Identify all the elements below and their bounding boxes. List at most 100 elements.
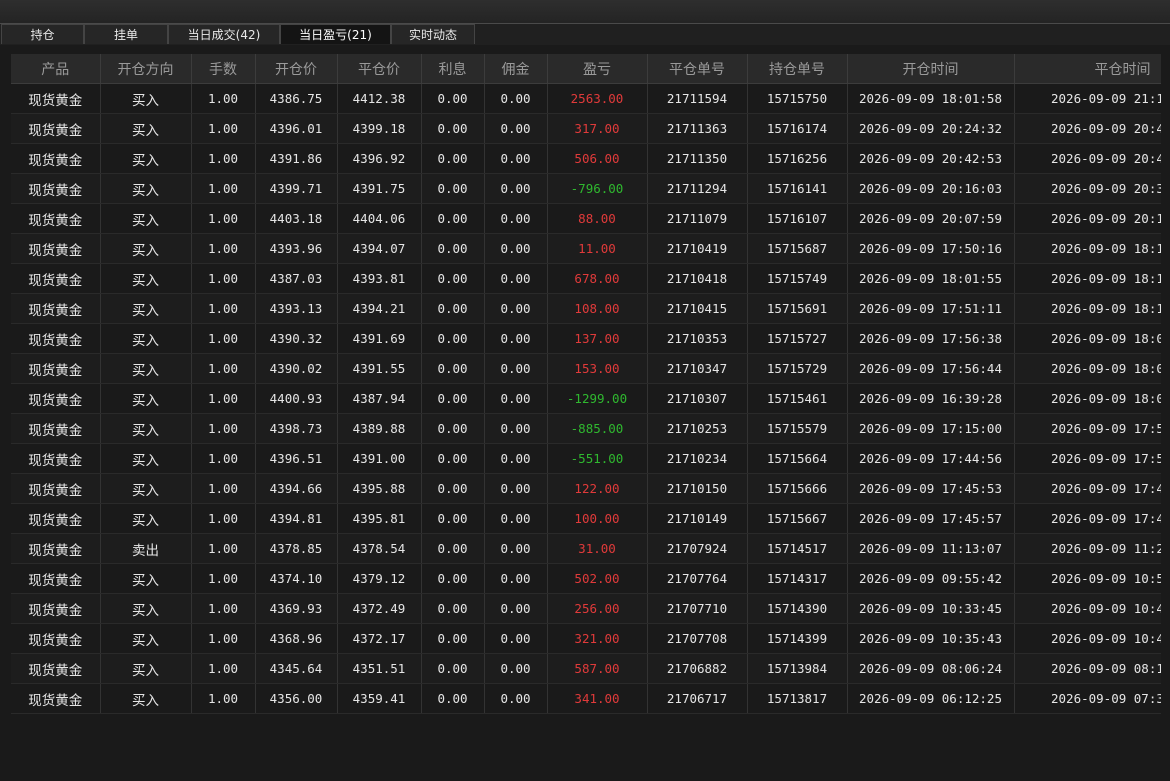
close-order-id-cell: 21711294 bbox=[647, 173, 748, 204]
close-order-id-cell: 21711594 bbox=[647, 83, 748, 114]
interest-cell: 0.00 bbox=[421, 473, 485, 504]
col-header-profit[interactable]: 盈亏 bbox=[547, 54, 648, 84]
vertical-scrollbar[interactable] bbox=[1162, 54, 1170, 781]
table-row[interactable]: 现货黄金 买入 1.00 4368.96 4372.17 0.00 0.00 321.00 21… bbox=[11, 623, 1161, 654]
table-row[interactable]: 现货黄金 买入 1.00 4386.75 4412.38 0.00 0.00 2563.00 2… bbox=[11, 83, 1161, 114]
tab-positions[interactable]: 持仓 bbox=[1, 24, 84, 44]
open-time-cell: 2026-09-09 17:56:44 bbox=[847, 353, 1015, 384]
open-time-cell: 2026-09-09 08:06:24 bbox=[847, 653, 1015, 684]
profit-cell: 506.00 bbox=[547, 143, 648, 174]
lots-cell: 1.00 bbox=[191, 323, 256, 354]
commission-cell: 0.00 bbox=[484, 173, 548, 204]
table-row[interactable]: 现货黄金 买入 1.00 4399.71 4391.75 0.00 0.00 -796.00 2… bbox=[11, 173, 1161, 204]
col-header-commission[interactable]: 佣金 bbox=[484, 54, 548, 84]
position-id-cell: 15715687 bbox=[747, 233, 848, 264]
commission-cell: 0.00 bbox=[484, 683, 548, 714]
table-row[interactable]: 现货黄金 买入 1.00 4396.51 4391.00 0.00 0.00 -551.00 2… bbox=[11, 443, 1161, 474]
product-cell: 现货黄金 bbox=[11, 323, 101, 354]
tab-today-pnl[interactable]: 当日盈亏(21) bbox=[280, 24, 391, 44]
table-row[interactable]: 现货黄金 买入 1.00 4387.03 4393.81 0.00 0.00 678.00 21… bbox=[11, 263, 1161, 294]
product-cell: 现货黄金 bbox=[11, 203, 101, 234]
col-header-open-price[interactable]: 开仓价 bbox=[255, 54, 338, 84]
col-header-direction[interactable]: 开仓方向 bbox=[100, 54, 192, 84]
commission-cell: 0.00 bbox=[484, 83, 548, 114]
profit-cell: 100.00 bbox=[547, 503, 648, 534]
position-id-cell: 15716256 bbox=[747, 143, 848, 174]
col-header-close-order-id[interactable]: 平仓单号 bbox=[647, 54, 748, 84]
interest-cell: 0.00 bbox=[421, 323, 485, 354]
close-order-id-cell: 21710307 bbox=[647, 383, 748, 414]
pnl-table: 产品 开仓方向 手数 开仓价 平仓价 利息 佣金 盈亏 平仓单号 持仓单号 开仓… bbox=[11, 54, 1161, 714]
lots-cell: 1.00 bbox=[191, 653, 256, 684]
direction-cell: 买入 bbox=[100, 383, 192, 414]
tab-today-trades[interactable]: 当日成交(42) bbox=[168, 24, 280, 44]
product-cell: 现货黄金 bbox=[11, 413, 101, 444]
position-id-cell: 15714399 bbox=[747, 623, 848, 654]
open-time-cell: 2026-09-09 18:01:55 bbox=[847, 263, 1015, 294]
close-time-cell: 2026-09-09 18:19:51 bbox=[1014, 233, 1161, 264]
position-id-cell: 15713817 bbox=[747, 683, 848, 714]
col-header-position-id[interactable]: 持仓单号 bbox=[747, 54, 848, 84]
open-time-cell: 2026-09-09 17:15:00 bbox=[847, 413, 1015, 444]
open-price-cell: 4393.96 bbox=[255, 233, 338, 264]
close-time-cell: 2026-09-09 10:44:25 bbox=[1014, 593, 1161, 624]
commission-cell: 0.00 bbox=[484, 113, 548, 144]
position-id-cell: 15715691 bbox=[747, 293, 848, 324]
lots-cell: 1.00 bbox=[191, 293, 256, 324]
table-row[interactable]: 现货黄金 买入 1.00 4390.02 4391.55 0.00 0.00 153.00 21… bbox=[11, 353, 1161, 384]
table-row[interactable]: 现货黄金 买入 1.00 4394.81 4395.81 0.00 0.00 100.00 21… bbox=[11, 503, 1161, 534]
profit-cell: 678.00 bbox=[547, 263, 648, 294]
close-order-id-cell: 21710149 bbox=[647, 503, 748, 534]
commission-cell: 0.00 bbox=[484, 143, 548, 174]
position-id-cell: 15715749 bbox=[747, 263, 848, 294]
table-row[interactable]: 现货黄金 卖出 1.00 4378.85 4378.54 0.00 0.00 31.00 217… bbox=[11, 533, 1161, 564]
interest-cell: 0.00 bbox=[421, 383, 485, 414]
product-cell: 现货黄金 bbox=[11, 113, 101, 144]
tab-realtime[interactable]: 实时动态 bbox=[391, 24, 475, 44]
table-row[interactable]: 现货黄金 买入 1.00 4390.32 4391.69 0.00 0.00 137.00 21… bbox=[11, 323, 1161, 354]
table-row[interactable]: 现货黄金 买入 1.00 4345.64 4351.51 0.00 0.00 587.00 21… bbox=[11, 653, 1161, 684]
direction-cell: 买入 bbox=[100, 503, 192, 534]
direction-cell: 买入 bbox=[100, 113, 192, 144]
close-price-cell: 4391.00 bbox=[337, 443, 422, 474]
product-cell: 现货黄金 bbox=[11, 263, 101, 294]
tab-pending-orders[interactable]: 挂单 bbox=[84, 24, 168, 44]
window-title-bar bbox=[0, 0, 1170, 24]
table-row[interactable]: 现货黄金 买入 1.00 4391.86 4396.92 0.00 0.00 506.00 21… bbox=[11, 143, 1161, 174]
profit-cell: 502.00 bbox=[547, 563, 648, 594]
table-row[interactable]: 现货黄金 买入 1.00 4400.93 4387.94 0.00 0.00 -1299.00… bbox=[11, 383, 1161, 414]
col-header-close-price[interactable]: 平仓价 bbox=[337, 54, 422, 84]
interest-cell: 0.00 bbox=[421, 563, 485, 594]
table-row[interactable]: 现货黄金 买入 1.00 4396.01 4399.18 0.00 0.00 317.00 21… bbox=[11, 113, 1161, 144]
profit-cell: 587.00 bbox=[547, 653, 648, 684]
col-header-close-time[interactable]: 平仓时间 bbox=[1014, 54, 1161, 84]
close-order-id-cell: 21710253 bbox=[647, 413, 748, 444]
lots-cell: 1.00 bbox=[191, 473, 256, 504]
open-price-cell: 4368.96 bbox=[255, 623, 338, 654]
lots-cell: 1.00 bbox=[191, 353, 256, 384]
table-row[interactable]: 现货黄金 买入 1.00 4393.13 4394.21 0.00 0.00 108.00 21… bbox=[11, 293, 1161, 324]
col-header-open-time[interactable]: 开仓时间 bbox=[847, 54, 1015, 84]
table-row[interactable]: 现货黄金 买入 1.00 4393.96 4394.07 0.00 0.00 11.00 217… bbox=[11, 233, 1161, 264]
commission-cell: 0.00 bbox=[484, 353, 548, 384]
col-header-lots[interactable]: 手数 bbox=[191, 54, 256, 84]
open-price-cell: 4390.02 bbox=[255, 353, 338, 384]
table-row[interactable]: 现货黄金 买入 1.00 4374.10 4379.12 0.00 0.00 502.00 21… bbox=[11, 563, 1161, 594]
table-row[interactable]: 现货黄金 买入 1.00 4403.18 4404.06 0.00 0.00 88.00 217… bbox=[11, 203, 1161, 234]
product-cell: 现货黄金 bbox=[11, 473, 101, 504]
close-price-cell: 4389.88 bbox=[337, 413, 422, 444]
close-price-cell: 4394.07 bbox=[337, 233, 422, 264]
table-row[interactable]: 现货黄金 买入 1.00 4369.93 4372.49 0.00 0.00 256.00 21… bbox=[11, 593, 1161, 624]
commission-cell: 0.00 bbox=[484, 413, 548, 444]
lots-cell: 1.00 bbox=[191, 383, 256, 414]
col-header-product[interactable]: 产品 bbox=[11, 54, 101, 84]
position-id-cell: 15713984 bbox=[747, 653, 848, 684]
interest-cell: 0.00 bbox=[421, 683, 485, 714]
interest-cell: 0.00 bbox=[421, 533, 485, 564]
position-id-cell: 15714390 bbox=[747, 593, 848, 624]
col-header-interest[interactable]: 利息 bbox=[421, 54, 485, 84]
table-row[interactable]: 现货黄金 买入 1.00 4398.73 4389.88 0.00 0.00 -885.00 2… bbox=[11, 413, 1161, 444]
table-row[interactable]: 现货黄金 买入 1.00 4356.00 4359.41 0.00 0.00 341.00 21… bbox=[11, 683, 1161, 714]
table-row[interactable]: 现货黄金 买入 1.00 4394.66 4395.88 0.00 0.00 122.00 21… bbox=[11, 473, 1161, 504]
close-time-cell: 2026-09-09 18:05:41 bbox=[1014, 323, 1161, 354]
